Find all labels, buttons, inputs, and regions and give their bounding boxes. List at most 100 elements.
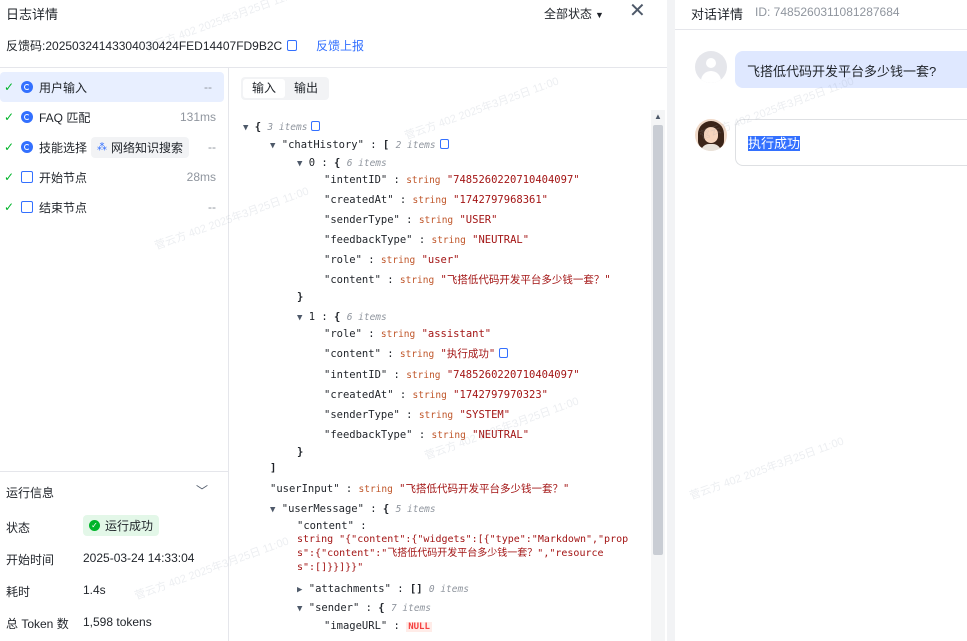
json-row: "role" : string "assistant" xyxy=(324,328,492,340)
scroll-up-arrow-icon[interactable]: ▲ xyxy=(654,112,662,121)
node-duration: 28ms xyxy=(186,170,216,184)
json-brace: } xyxy=(297,291,304,303)
json-row: "content" : string "飞搭低代码开发平台多少钱一套？" xyxy=(324,274,611,286)
json-content-line: s":[]}}]}}" xyxy=(297,562,364,573)
node-duration: -- xyxy=(208,140,216,154)
log-detail-panel: 日志详情 全部状态 ▼ ✕ 反馈码:20250324143304030424FED… xyxy=(0,0,667,641)
node-type-icon xyxy=(21,141,33,153)
token-label: 总 Token 数 xyxy=(6,617,69,631)
node-label: 技能选择 xyxy=(39,140,88,155)
json-root: ▼ { 3 items xyxy=(243,120,321,135)
copy-icon[interactable] xyxy=(287,40,298,51)
success-icon: ✓ xyxy=(89,520,100,531)
scrollbar-thumb[interactable] xyxy=(653,125,663,555)
status-filter-dropdown[interactable]: 全部状态 ▼ xyxy=(544,5,604,22)
expand-arrow-icon[interactable]: ▼ xyxy=(297,604,302,614)
expand-arrow-icon[interactable]: ▼ xyxy=(270,141,275,151)
conversation-id: ID: 7485260311081287684 xyxy=(755,5,900,19)
bot-message-text: 执行成功 xyxy=(748,136,801,151)
node-duration: -- xyxy=(208,200,216,214)
json-row: "content" : string "执行成功" xyxy=(324,347,509,362)
status-label: 状态 xyxy=(6,521,31,535)
tab-output[interactable]: 输出 xyxy=(285,79,327,98)
expand-arrow-icon[interactable]: ▼ xyxy=(297,159,302,169)
node-label: 用户输入 xyxy=(39,80,88,95)
json-row: ▼ 1 : { 6 items xyxy=(297,311,387,323)
chevron-down-icon[interactable]: ﹀ xyxy=(196,482,208,499)
expand-arrow-icon[interactable]: ▼ xyxy=(297,313,302,323)
json-row: "feedbackType" : string "NEUTRAL" xyxy=(324,429,530,441)
json-row: "content" : xyxy=(297,520,367,532)
json-content-line: s":{"content":"飞搭低代码开发平台多少钱一套？","resourc… xyxy=(297,548,604,559)
copy-icon[interactable] xyxy=(311,121,321,131)
copy-icon[interactable] xyxy=(439,139,449,149)
expand-arrow-icon[interactable]: ▼ xyxy=(270,505,275,515)
node-item-end[interactable]: ✓ 结束节点 -- xyxy=(0,192,228,222)
conversation-title: 对话详情 xyxy=(691,7,744,22)
close-icon[interactable]: ✕ xyxy=(629,0,646,22)
json-row: ▼ "chatHistory" : [ 2 items xyxy=(270,138,449,153)
node-label: 结束节点 xyxy=(39,200,88,215)
skill-badge: ⁂ 网络知识搜索 xyxy=(91,136,190,158)
json-row: "intentID" : string "7485260220710404097… xyxy=(324,369,580,381)
panel-title: 日志详情 xyxy=(6,7,59,22)
start-time-value: 2025-03-24 14:33:04 xyxy=(83,551,195,565)
check-icon: ✓ xyxy=(3,140,15,154)
node-label: FAQ 匹配 xyxy=(39,110,91,125)
check-icon: ✓ xyxy=(3,80,15,94)
feedback-code-label: 反馈码: xyxy=(6,39,46,53)
json-row: "createdAt" : string "1742797970323" xyxy=(324,389,548,401)
json-row: "senderType" : string "SYSTEM" xyxy=(324,409,511,421)
json-row: ▼ 0 : { 6 items xyxy=(297,157,387,169)
json-row: "userInput" : string "飞搭低代码开发平台多少钱一套？" xyxy=(270,483,570,495)
duration-label: 耗时 xyxy=(6,585,31,599)
conversation-divider xyxy=(675,29,967,30)
column-divider xyxy=(228,68,229,641)
json-brace: } xyxy=(297,446,304,458)
node-type-icon xyxy=(21,81,33,93)
end-node-icon xyxy=(21,201,33,213)
feedback-code: 反馈码:20250324143304030424FED14407FD9B2C xyxy=(6,37,298,54)
node-item-start[interactable]: ✓ 开始节点 28ms xyxy=(0,162,228,192)
json-content-line: string "{"content":{"widgets":[{"type":"… xyxy=(297,534,629,545)
status-filter-label: 全部状态 xyxy=(544,7,593,21)
user-message-bubble: 飞搭低代码开发平台多少钱一套? xyxy=(735,51,967,88)
node-item-skill-select[interactable]: ✓ 技能选择 ⁂ 网络知识搜索 -- xyxy=(0,132,228,162)
json-viewer: ▼ { 3 items ▼ "chatHistory" : [ 2 items … xyxy=(240,116,650,641)
node-item-faq-match[interactable]: ✓ FAQ 匹配 131ms xyxy=(0,102,228,132)
node-duration: 131ms xyxy=(179,110,216,124)
tab-input[interactable]: 输入 xyxy=(243,79,286,98)
node-list: ✓ 用户输入 -- ✓ FAQ 匹配 131ms ✓ 技能选择 ⁂ 网络知识搜索 … xyxy=(0,72,228,222)
feedback-code-value: 20250324143304030424FED14407FD9B2C xyxy=(45,39,283,53)
check-icon: ✓ xyxy=(3,170,15,184)
json-row: "senderType" : string "USER" xyxy=(324,214,498,226)
duration-value: 1.4s xyxy=(83,583,106,597)
json-row: ▼ "userMessage" : { 5 items xyxy=(270,503,436,515)
expand-arrow-icon[interactable]: ▼ xyxy=(243,123,248,133)
run-info-title: 运行信息 xyxy=(6,486,55,500)
panel-divider[interactable] xyxy=(667,0,675,641)
json-row: "intentID" : string "7485260220710404097… xyxy=(324,174,580,186)
header-divider xyxy=(0,67,667,68)
network-icon: ⁂ xyxy=(97,141,108,153)
json-bracket: ] xyxy=(270,462,277,474)
feedback-report-link[interactable]: 反馈上报 xyxy=(316,37,364,54)
check-icon: ✓ xyxy=(3,200,15,214)
json-row: "feedbackType" : string "NEUTRAL" xyxy=(324,234,530,246)
check-icon: ✓ xyxy=(3,110,15,124)
caret-down-icon: ▼ xyxy=(595,10,604,20)
bot-message-bubble: 执行成功 xyxy=(735,119,967,166)
expand-arrow-icon[interactable]: ▶ xyxy=(297,585,302,595)
json-row: "imageURL" : NULL xyxy=(324,620,432,632)
node-item-user-input[interactable]: ✓ 用户输入 -- xyxy=(0,72,224,102)
start-time-label: 开始时间 xyxy=(6,553,55,567)
status-badge-label: 运行成功 xyxy=(105,519,154,533)
bot-avatar xyxy=(695,119,727,151)
copy-icon[interactable] xyxy=(499,348,509,358)
node-duration: -- xyxy=(204,80,212,94)
json-row: ▶ "attachments" : [] 0 items xyxy=(297,583,469,595)
json-row: "role" : string "user" xyxy=(324,254,460,266)
conversation-detail-panel: 对话详情 ID: 7485260311081287684 飞搭低代码开发平台多少… xyxy=(675,0,967,641)
io-tabs: 输入 输出 xyxy=(241,77,330,100)
skill-badge-label: 网络知识搜索 xyxy=(111,140,184,155)
